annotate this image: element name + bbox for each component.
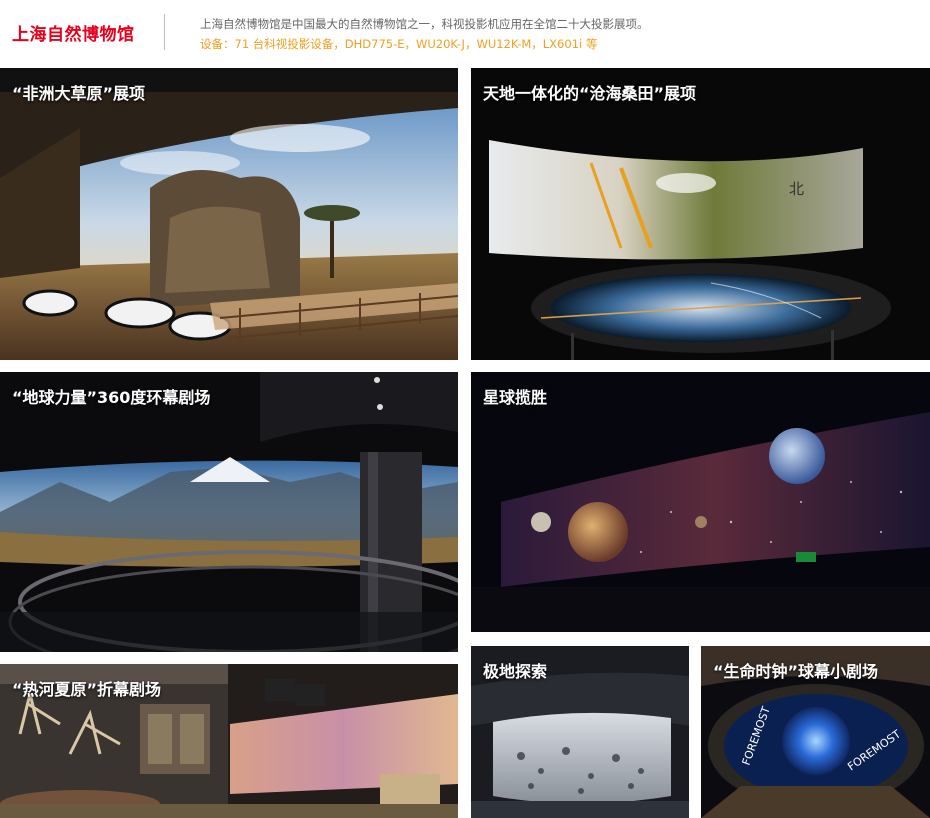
photo-tile-polar: 极地探索 — [471, 646, 689, 818]
north-mark: 北 — [789, 180, 804, 198]
planets-photo — [471, 372, 930, 632]
tile-caption: 星球揽胜 — [483, 388, 548, 407]
tile-caption: “地球力量”360度环幕剧场 — [12, 388, 211, 407]
header-equipment: 设备：71 台科视投影设备，DHD775-E，WU20K-J，WU12K-M，L… — [200, 37, 598, 51]
header-divider — [164, 14, 165, 50]
tile-caption: “热河夏原”折幕剧场 — [12, 680, 162, 699]
tile-caption: 极地探索 — [483, 662, 548, 681]
photo-tile-rehe-theater: “热河夏原”折幕剧场 — [0, 664, 458, 818]
tile-caption: “生命时钟”球幕小剧场 — [713, 662, 879, 681]
photo-tile-planets: 星球揽胜 — [471, 372, 930, 632]
tile-caption: 天地一体化的“沧海桑田”展项 — [483, 84, 697, 103]
photo-tile-land-sea: 北 天地一体化的“沧海桑田”展项 — [471, 68, 930, 360]
photo-tile-360-theater: “地球力量”360度环幕剧场 — [0, 372, 458, 652]
savanna-photo — [0, 68, 458, 360]
photo-tile-savanna: “非洲大草原”展项 — [0, 68, 458, 360]
page-header: 上海自然博物馆 上海自然博物馆是中国最大的自然博物馆之一，科视投影机应用在全馆二… — [0, 0, 930, 66]
land-sea-photo: 北 — [471, 68, 930, 360]
photo-tile-dome-theater: FOREMOST FOREMOST “生命时钟”球幕小剧场 — [701, 646, 930, 818]
header-description: 上海自然博物馆是中国最大的自然博物馆之一，科视投影机应用在全馆二十大投影展项。 — [200, 17, 649, 31]
theater-360-photo — [0, 372, 458, 652]
page-title: 上海自然博物馆 — [12, 25, 135, 45]
tile-caption: “非洲大草原”展项 — [12, 84, 146, 103]
